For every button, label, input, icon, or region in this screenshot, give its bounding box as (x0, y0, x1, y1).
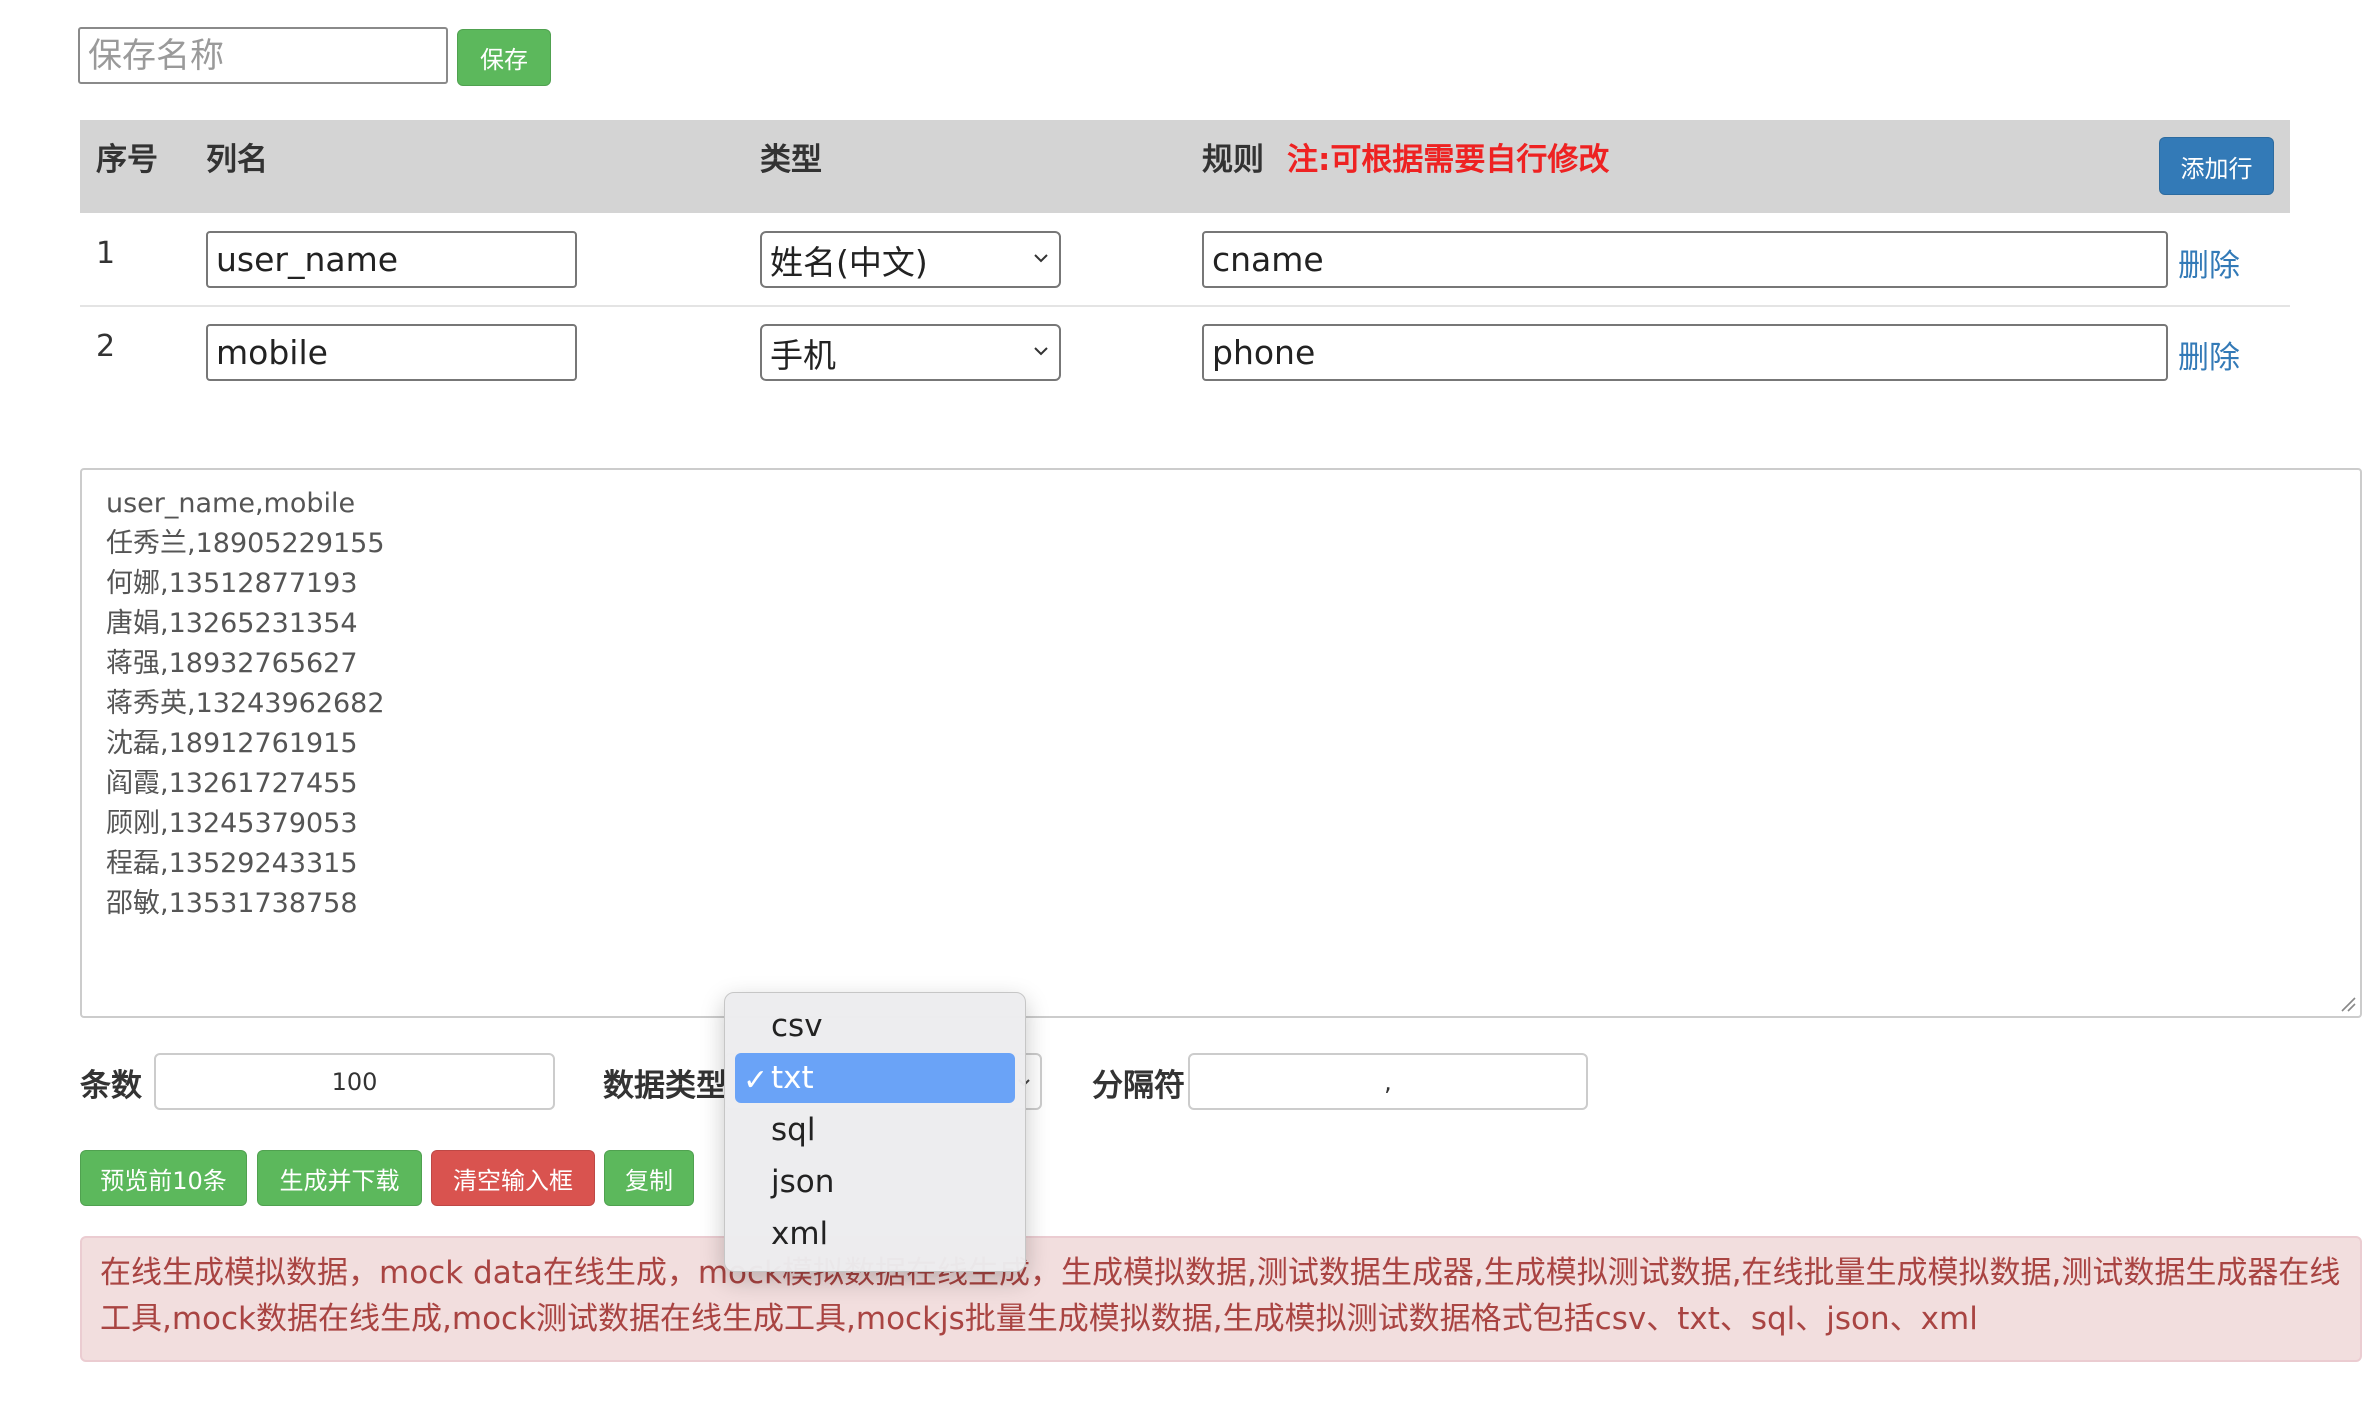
header-index: 序号 (96, 142, 158, 178)
row-divider (80, 305, 2290, 307)
dropdown-option-txt[interactable]: ✓ txt (735, 1053, 1015, 1103)
dropdown-option-json[interactable]: json (735, 1157, 1015, 1207)
header-rule: 规则 (1202, 142, 1264, 178)
save-name-input[interactable] (78, 27, 448, 84)
output-line: user_name,mobile (106, 488, 356, 519)
output-line: 唐娟,13265231354 (106, 608, 358, 639)
output-line: 阎霞,13261727455 (106, 768, 358, 799)
clear-input-button[interactable]: 清空输入框 (431, 1150, 595, 1206)
checkmark-icon: ✓ (743, 1063, 769, 1098)
chevron-down-icon (1034, 347, 1048, 356)
output-line: 任秀兰,18905229155 (106, 528, 385, 559)
add-row-button[interactable]: 添加行 (2159, 137, 2274, 195)
count-input[interactable]: 100 (154, 1053, 555, 1110)
type-select[interactable]: 姓名(中文) (760, 231, 1061, 288)
datatype-dropdown-menu[interactable]: csv ✓ txt sql json xml (724, 992, 1026, 1272)
copy-button[interactable]: 复制 (604, 1150, 694, 1206)
delete-row-link[interactable]: 删除 (2178, 240, 2240, 285)
info-notice: 在线生成模拟数据，mock data在线生成，mock模拟数据在线生成，生成模拟… (80, 1236, 2362, 1362)
count-label: 条数 (80, 1068, 142, 1104)
preview-button[interactable]: 预览前10条 (80, 1150, 247, 1206)
output-line: 何娜,13512877193 (106, 568, 358, 599)
option-label: csv (771, 1008, 823, 1044)
rule-input[interactable]: phone (1202, 324, 2168, 381)
type-select-value: 姓名(中文) (770, 242, 928, 282)
output-line: 邵敏,13531738758 (106, 888, 358, 919)
output-line: 沈磊,18912761915 (106, 728, 358, 759)
datatype-label: 数据类型 (603, 1068, 727, 1104)
resize-handle-icon[interactable] (2338, 994, 2356, 1012)
dropdown-option-xml[interactable]: xml (735, 1209, 1015, 1259)
generate-download-button[interactable]: 生成并下载 (257, 1150, 422, 1206)
header-column: 列名 (206, 142, 268, 178)
option-label: xml (771, 1216, 829, 1252)
save-button[interactable]: 保存 (457, 29, 551, 86)
rule-input[interactable]: cname (1202, 231, 2168, 288)
option-label: txt (771, 1060, 814, 1096)
output-line: 蒋强,18932765627 (106, 648, 358, 679)
row-index: 2 (96, 329, 116, 364)
header-note: 注:可根据需要自行修改 (1287, 142, 1610, 178)
output-line: 程磊,13529243315 (106, 848, 358, 879)
column-name-input[interactable]: mobile (206, 324, 577, 381)
row-index: 1 (96, 236, 116, 271)
chevron-down-icon (1034, 254, 1048, 263)
dropdown-option-csv[interactable]: csv (735, 1001, 1015, 1051)
header-type: 类型 (760, 142, 822, 178)
separator-label: 分隔符 (1092, 1068, 1185, 1104)
column-name-input[interactable]: user_name (206, 231, 577, 288)
type-select[interactable]: 手机 (760, 324, 1061, 381)
output-line: 蒋秀英,13243962682 (106, 688, 385, 719)
separator-input[interactable]: , (1188, 1053, 1588, 1110)
output-textarea[interactable]: user_name,mobile 任秀兰,18905229155 何娜,1351… (80, 468, 2362, 1018)
option-label: sql (771, 1112, 816, 1148)
type-select-value: 手机 (770, 335, 836, 375)
option-label: json (771, 1164, 835, 1200)
output-line: 顾刚,13245379053 (106, 808, 358, 839)
dropdown-option-sql[interactable]: sql (735, 1105, 1015, 1155)
delete-row-link[interactable]: 删除 (2178, 332, 2240, 377)
table-header (80, 120, 2290, 213)
